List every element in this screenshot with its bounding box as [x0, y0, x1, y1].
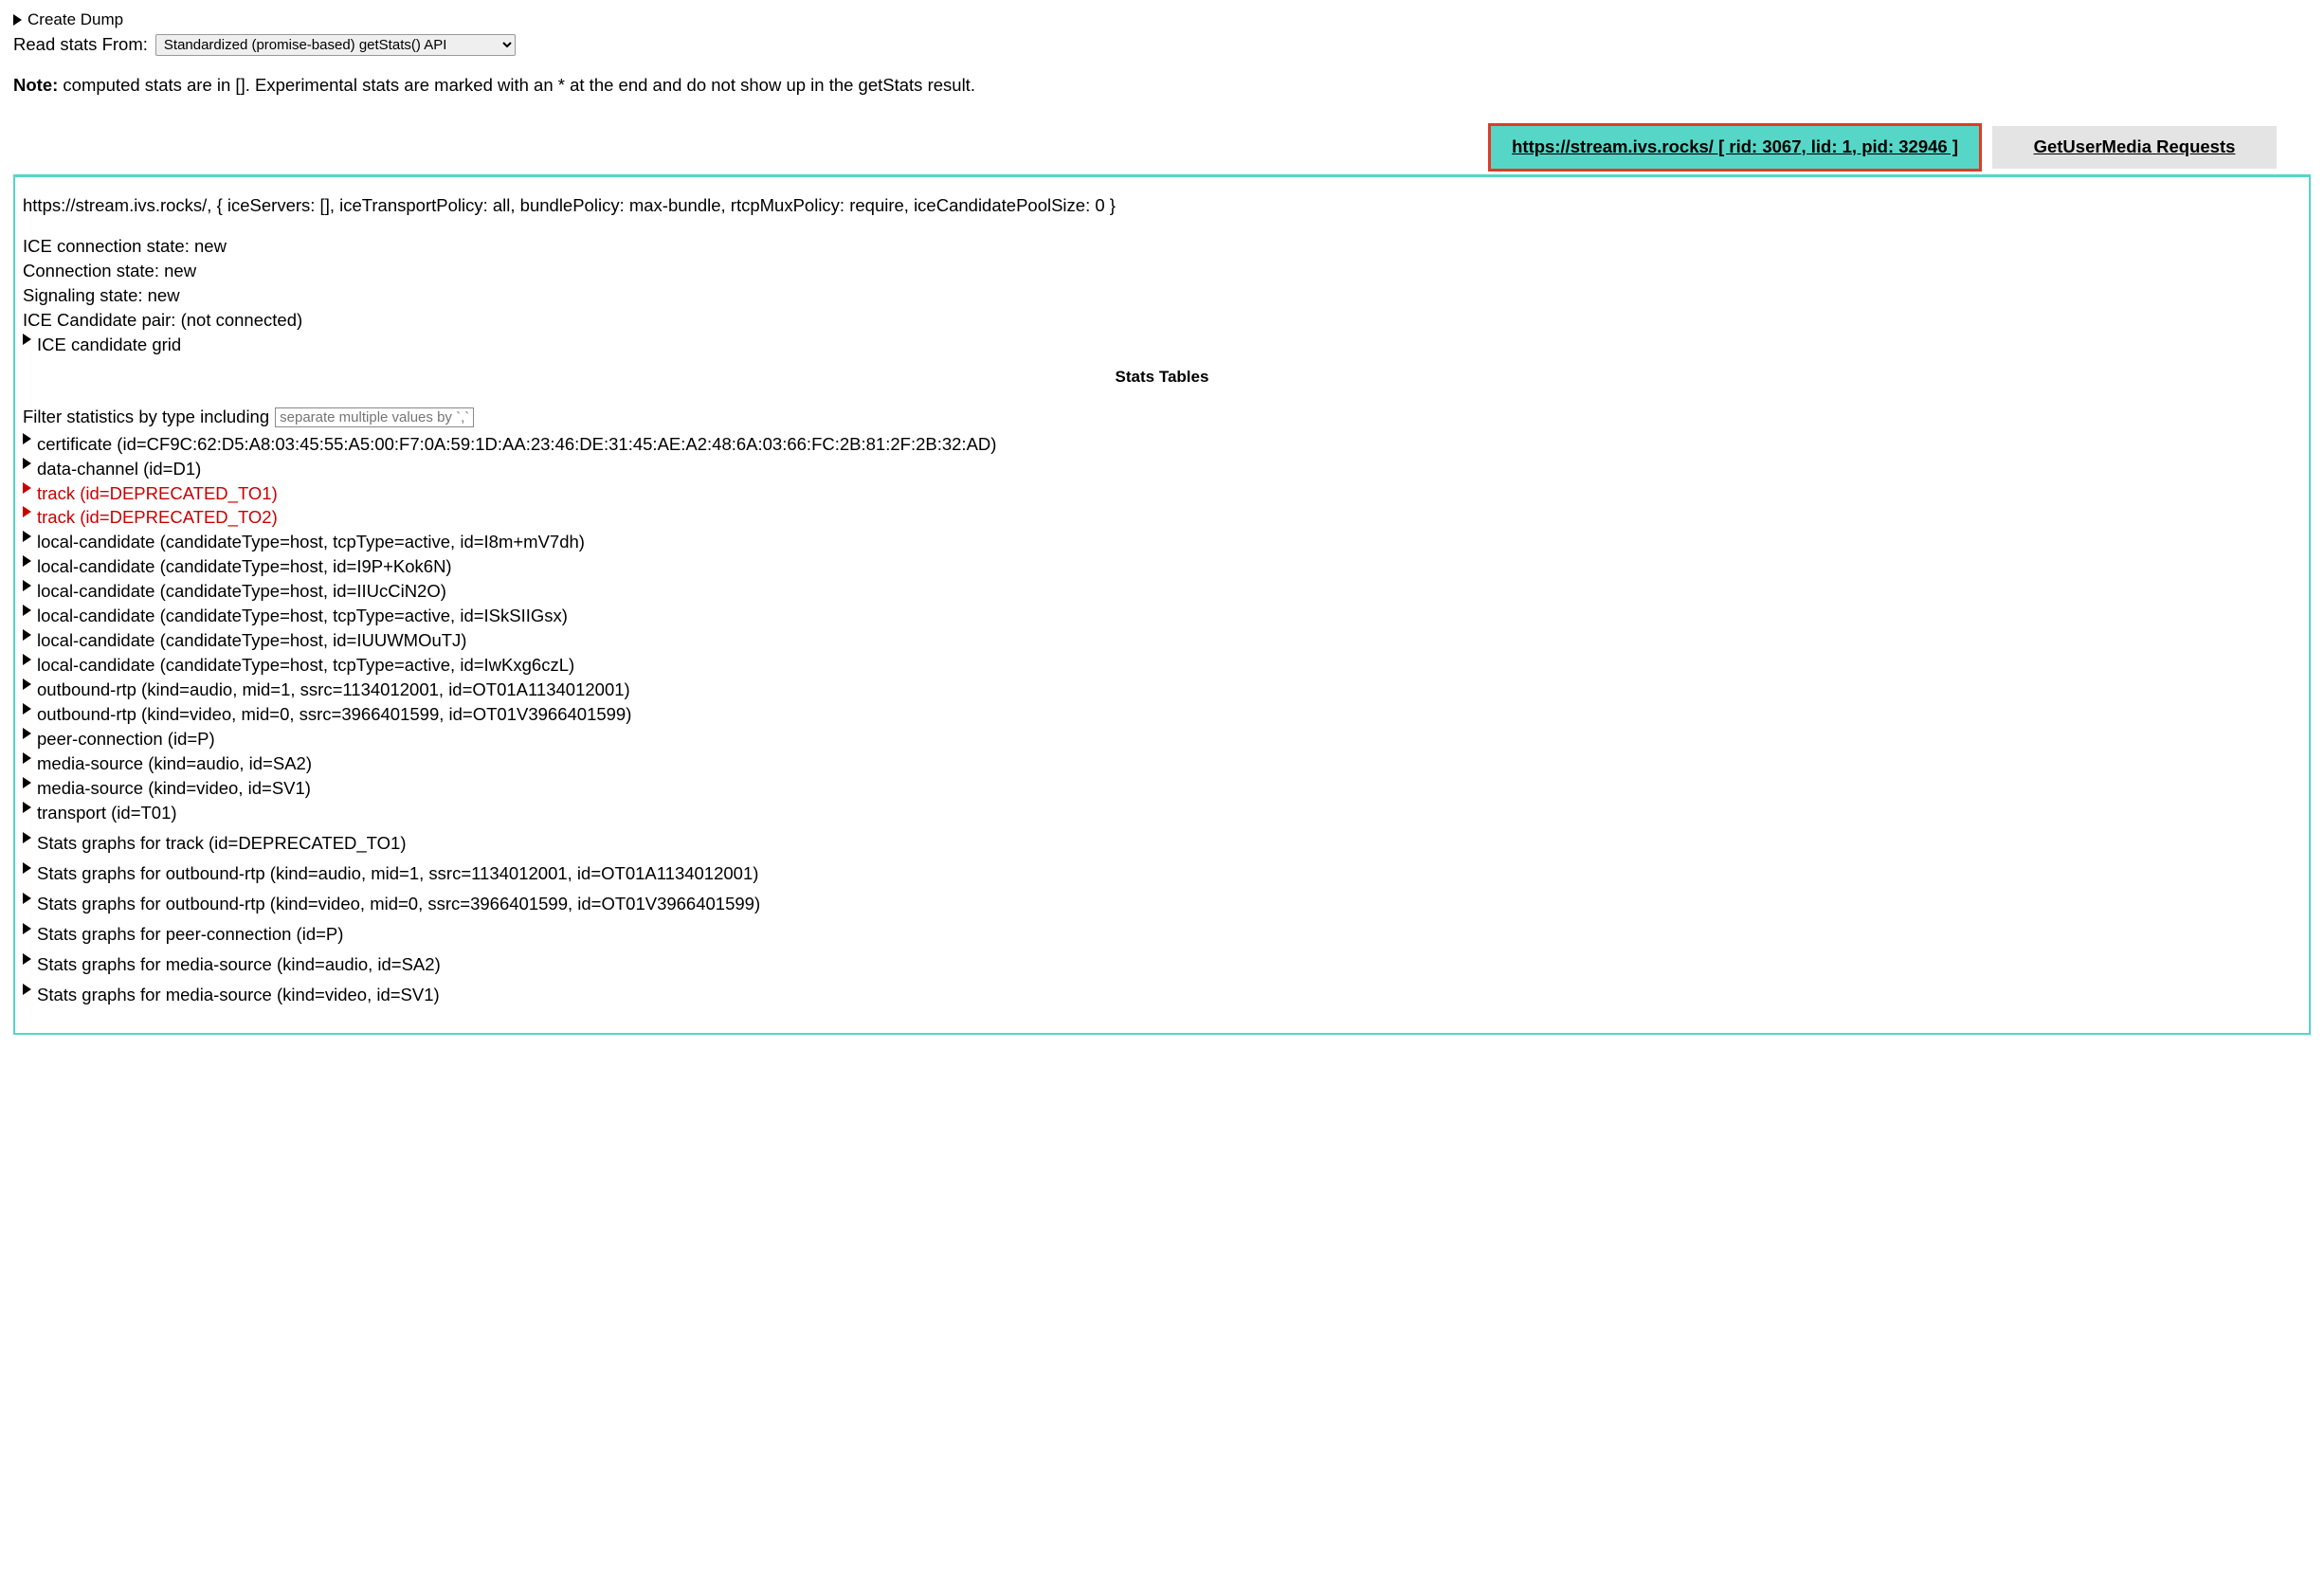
stats-entry-toggle[interactable]: transport (id=T01) — [23, 802, 2301, 825]
filter-input[interactable] — [275, 407, 474, 427]
chevron-right-icon — [23, 752, 31, 764]
ice-connection-state: ICE connection state: new — [23, 235, 2301, 259]
tab-getusermedia[interactable]: GetUserMedia Requests — [1992, 126, 2277, 169]
stats-entry-label: media-source (kind=video, id=SV1) — [37, 777, 2301, 801]
chevron-right-icon — [23, 580, 31, 591]
chevron-right-icon — [23, 433, 31, 444]
stats-entry-toggle[interactable]: outbound-rtp (kind=video, mid=0, ssrc=39… — [23, 703, 2301, 727]
stats-entry-toggle[interactable]: track (id=DEPRECATED_TO2) — [23, 506, 2301, 530]
stats-entry-label: local-candidate (candidateType=host, tcp… — [37, 531, 2301, 554]
stats-entry-toggle[interactable]: Stats graphs for outbound-rtp (kind=vide… — [23, 893, 2301, 916]
chevron-right-icon — [23, 458, 31, 469]
stats-entry-toggle[interactable]: local-candidate (candidateType=host, id=… — [23, 629, 2301, 653]
stats-entry-label: track (id=DEPRECATED_TO1) — [37, 482, 2301, 506]
stats-entry-label: Stats graphs for track (id=DEPRECATED_TO… — [37, 832, 2301, 856]
stats-entry-toggle[interactable]: Stats graphs for media-source (kind=audi… — [23, 953, 2301, 977]
stats-entry-label: track (id=DEPRECATED_TO2) — [37, 506, 2301, 530]
chevron-right-icon — [23, 482, 31, 494]
chevron-right-icon — [23, 984, 31, 995]
chevron-right-icon — [23, 923, 31, 934]
connection-state: Connection state: new — [23, 260, 2301, 283]
stats-entry-toggle[interactable]: local-candidate (candidateType=host, tcp… — [23, 605, 2301, 628]
stats-entry-label: data-channel (id=D1) — [37, 458, 2301, 481]
create-dump-label: Create Dump — [27, 9, 123, 31]
stats-entry-toggle[interactable]: outbound-rtp (kind=audio, mid=1, ssrc=11… — [23, 678, 2301, 702]
stats-entry-label: outbound-rtp (kind=audio, mid=1, ssrc=11… — [37, 678, 2301, 702]
stats-entry-toggle[interactable]: certificate (id=CF9C:62:D5:A8:03:45:55:A… — [23, 433, 2301, 457]
stats-entry-toggle[interactable]: local-candidate (candidateType=host, tcp… — [23, 531, 2301, 554]
stats-entry-label: media-source (kind=audio, id=SA2) — [37, 752, 2301, 776]
stats-entry-toggle[interactable]: Stats graphs for peer-connection (id=P) — [23, 923, 2301, 947]
chevron-right-icon — [23, 832, 31, 843]
stats-entry-label: Stats graphs for outbound-rtp (kind=audi… — [37, 862, 2301, 886]
stats-entry-label: Stats graphs for outbound-rtp (kind=vide… — [37, 893, 2301, 916]
stats-entry-label: peer-connection (id=P) — [37, 728, 2301, 751]
tab-peerconnection[interactable]: https://stream.ivs.rocks/ [ rid: 3067, l… — [1491, 126, 1979, 169]
stats-entry-label: local-candidate (candidateType=host, id=… — [37, 555, 2301, 579]
tab-getusermedia-label: GetUserMedia Requests — [2034, 136, 2236, 159]
chevron-right-icon — [23, 629, 31, 641]
note-bold: Note: — [13, 75, 58, 95]
pc-config-line: https://stream.ivs.rocks/, { iceServers:… — [23, 194, 2301, 218]
chevron-right-icon — [23, 654, 31, 665]
chevron-right-icon — [23, 555, 31, 567]
read-stats-label: Read stats From: — [13, 33, 148, 57]
stats-entry-toggle[interactable]: local-candidate (candidateType=host, id=… — [23, 580, 2301, 604]
stats-entry-label: local-candidate (candidateType=host, tcp… — [37, 605, 2301, 628]
stats-tables-heading: Stats Tables — [23, 367, 2301, 389]
stats-entry-label: local-candidate (candidateType=host, id=… — [37, 629, 2301, 653]
stats-entry-toggle[interactable]: track (id=DEPRECATED_TO1) — [23, 482, 2301, 506]
note-line: Note: computed stats are in []. Experime… — [13, 74, 2311, 98]
chevron-right-icon — [23, 506, 31, 517]
chevron-right-icon — [23, 777, 31, 788]
stats-entry-toggle[interactable]: media-source (kind=video, id=SV1) — [23, 777, 2301, 801]
stats-entry-label: certificate (id=CF9C:62:D5:A8:03:45:55:A… — [37, 433, 2301, 457]
create-dump-toggle[interactable]: Create Dump — [13, 9, 2311, 31]
stats-entries-list: certificate (id=CF9C:62:D5:A8:03:45:55:A… — [23, 433, 2301, 1007]
chevron-right-icon — [23, 605, 31, 616]
ice-candidate-grid-label: ICE candidate grid — [37, 334, 2301, 357]
chevron-right-icon — [23, 703, 31, 715]
chevron-right-icon — [23, 531, 31, 542]
stats-entry-label: Stats graphs for media-source (kind=vide… — [37, 984, 2301, 1007]
tab-peerconnection-label: https://stream.ivs.rocks/ [ rid: 3067, l… — [1512, 136, 1958, 159]
stats-api-select[interactable]: Standardized (promise-based) getStats() … — [155, 34, 516, 56]
stats-entry-toggle[interactable]: Stats graphs for media-source (kind=vide… — [23, 984, 2301, 1007]
stats-entry-label: Stats graphs for media-source (kind=audi… — [37, 953, 2301, 977]
chevron-right-icon — [23, 802, 31, 813]
note-text: computed stats are in []. Experimental s… — [58, 75, 975, 95]
ice-candidate-pair: ICE Candidate pair: (not connected) — [23, 309, 2301, 333]
stats-entry-toggle[interactable]: peer-connection (id=P) — [23, 728, 2301, 751]
chevron-right-icon — [23, 334, 31, 345]
stats-entry-label: transport (id=T01) — [37, 802, 2301, 825]
chevron-right-icon — [23, 862, 31, 874]
ice-candidate-grid-toggle[interactable]: ICE candidate grid — [23, 334, 2301, 357]
stats-entry-label: local-candidate (candidateType=host, id=… — [37, 580, 2301, 604]
stats-entry-toggle[interactable]: Stats graphs for outbound-rtp (kind=audi… — [23, 862, 2301, 886]
signaling-state: Signaling state: new — [23, 284, 2301, 308]
stats-entry-toggle[interactable]: local-candidate (candidateType=host, id=… — [23, 555, 2301, 579]
stats-entry-toggle[interactable]: media-source (kind=audio, id=SA2) — [23, 752, 2301, 776]
stats-entry-label: Stats graphs for peer-connection (id=P) — [37, 923, 2301, 947]
chevron-right-icon — [13, 14, 22, 26]
chevron-right-icon — [23, 953, 31, 965]
chevron-right-icon — [23, 728, 31, 739]
filter-label: Filter statistics by type including — [23, 406, 269, 429]
peerconnection-panel: https://stream.ivs.rocks/, { iceServers:… — [13, 174, 2311, 1035]
stats-entry-toggle[interactable]: data-channel (id=D1) — [23, 458, 2301, 481]
stats-entry-toggle[interactable]: local-candidate (candidateType=host, tcp… — [23, 654, 2301, 678]
stats-entry-toggle[interactable]: Stats graphs for track (id=DEPRECATED_TO… — [23, 832, 2301, 856]
stats-entry-label: local-candidate (candidateType=host, tcp… — [37, 654, 2301, 678]
chevron-right-icon — [23, 678, 31, 690]
stats-entry-label: outbound-rtp (kind=video, mid=0, ssrc=39… — [37, 703, 2301, 727]
chevron-right-icon — [23, 893, 31, 904]
